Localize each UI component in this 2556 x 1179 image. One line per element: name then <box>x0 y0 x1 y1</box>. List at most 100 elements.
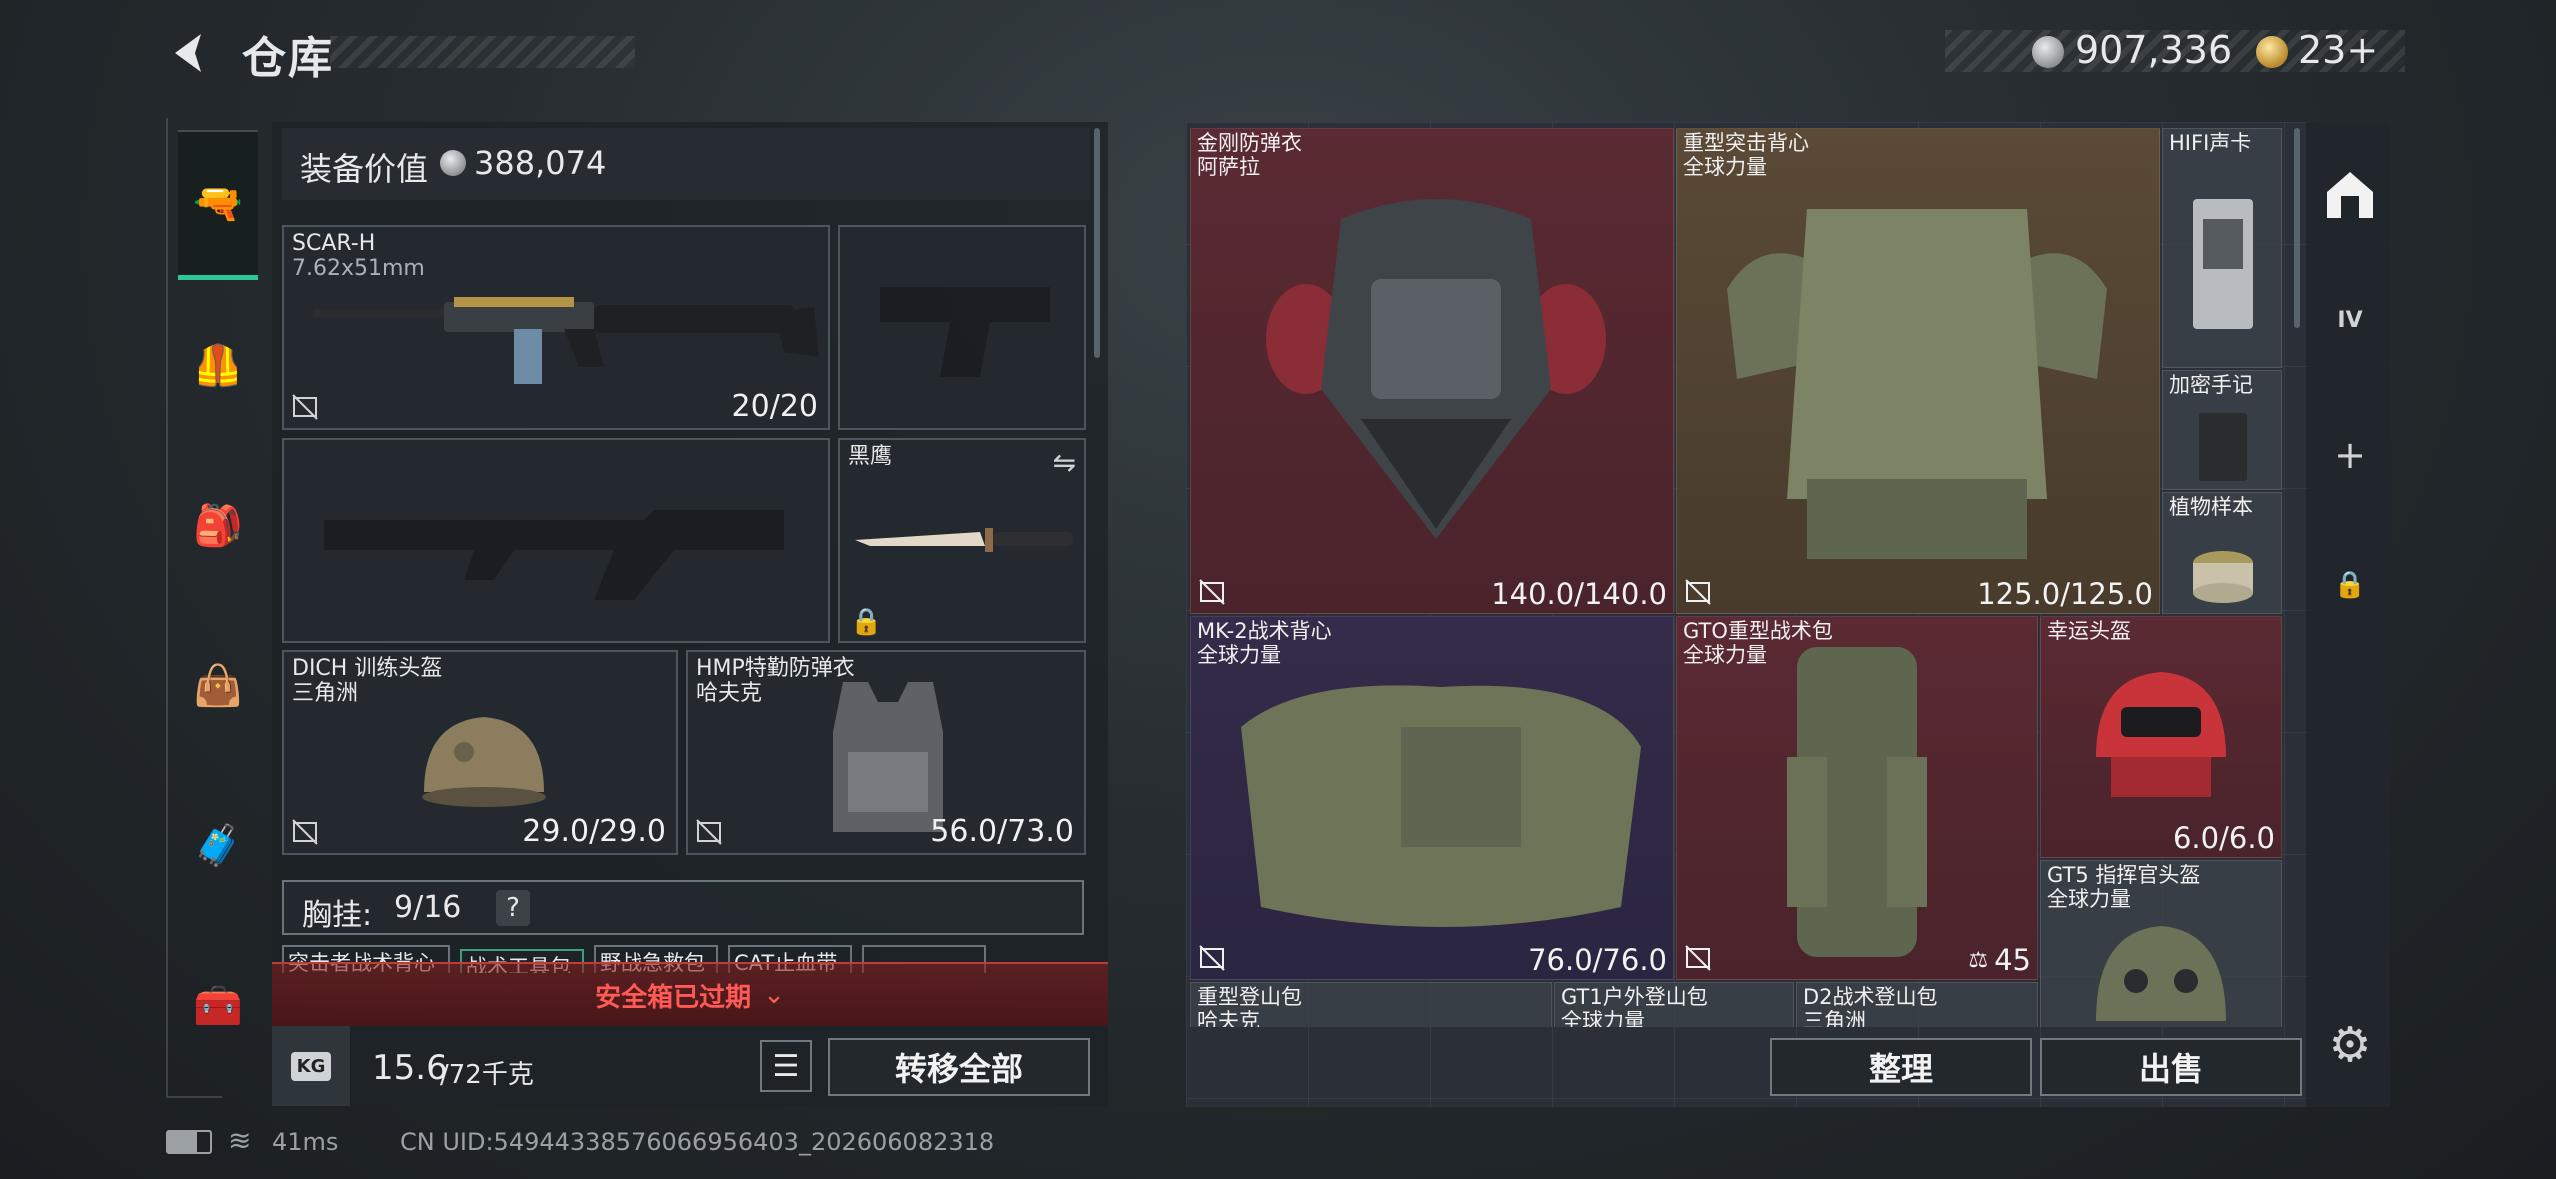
pistol-slot[interactable] <box>838 225 1086 430</box>
item-name: HIFI声卡 <box>2169 131 2252 155</box>
plus-icon: + <box>2334 433 2366 477</box>
help-button[interactable]: ? <box>496 890 530 926</box>
backpack-image <box>1787 647 1927 957</box>
armor-slot[interactable]: HMP特勤防弹衣 哈夫克 56.0/73.0 <box>686 650 1086 855</box>
storage-item-hifi-card[interactable]: HIFI声卡 <box>2162 128 2282 368</box>
nav-bag[interactable]: 👜 <box>178 645 258 725</box>
item-durability: 76.0/76.0 <box>1528 943 1667 977</box>
nav-toolbox[interactable]: 🧰 <box>178 965 258 1045</box>
knife-image <box>855 528 1073 552</box>
current-weight: 15.6 <box>372 1048 448 1088</box>
add-storage-button[interactable]: + <box>2310 405 2390 505</box>
list-view-button[interactable]: ☰ <box>760 1040 812 1092</box>
storage-item-kingkong-armor[interactable]: 金刚防弹衣 阿萨拉 140.0/140.0 <box>1190 128 1674 614</box>
storage-item-lucky-helmet[interactable]: 幸运头盔 6.0/6.0 <box>2040 616 2282 858</box>
settings-button[interactable]: ⚙ <box>2310 995 2390 1095</box>
item-name: 金刚防弹衣 <box>1197 131 1302 155</box>
nav-vest[interactable]: 🦺 <box>178 325 258 405</box>
no-drop-icon <box>696 819 722 845</box>
storage-item-gt5-helmet[interactable]: GT5 指挥官头盔 全球力量 <box>2040 860 2282 1027</box>
sort-button[interactable]: 整理 <box>1770 1038 2032 1096</box>
sample-jar-image <box>2193 551 2253 603</box>
vest-icon: 🦺 <box>193 342 243 389</box>
helmet-image <box>2096 926 2226 1021</box>
helmet-slot[interactable]: DICH 训练头盔 三角洲 29.0/29.0 <box>282 650 678 855</box>
lock-icon: 🔒 <box>2333 570 2367 600</box>
warehouse-tab[interactable] <box>2310 145 2390 245</box>
item-source: 全球力量 <box>2047 887 2131 911</box>
storage-item-gto-pack[interactable]: GTO重型战术包 全球力量 ⚖ 45 <box>1676 616 2038 980</box>
storage-item-encrypted-notebook[interactable]: 加密手记 <box>2162 370 2282 490</box>
safebox-expired-banner[interactable]: 安全箱已过期 ⌄ <box>272 962 1108 1026</box>
storage-item-heavy-assault-vest[interactable]: 重型突击背心 全球力量 125.0/125.0 <box>1676 128 2160 614</box>
helmet-image <box>2096 672 2226 797</box>
melee-name: 黑鹰 <box>848 444 893 469</box>
armor-durability: 56.0/73.0 <box>930 814 1074 849</box>
no-drop-icon <box>1199 945 1225 971</box>
bag-icon: 👜 <box>193 662 243 709</box>
user-uid: CN UID:54944338576066956403_202606082318 <box>400 1128 995 1156</box>
backpack-icon: 🎒 <box>193 502 243 549</box>
pistol-icon: 🔫 <box>193 181 243 227</box>
back-arrow-icon <box>175 34 201 72</box>
nav-backpack[interactable]: 🎒 <box>178 485 258 565</box>
item-name: 植物样本 <box>2169 495 2253 519</box>
coin-icon <box>2032 36 2064 68</box>
helmet-durability: 29.0/29.0 <box>522 814 666 849</box>
item-name: 重型突击背心 <box>1683 131 1809 155</box>
storage-item-gt1-pack[interactable]: GT1户外登山包 全球力量 <box>1554 982 1794 1027</box>
wifi-icon: ≋ <box>228 1124 252 1157</box>
chevron-down-icon: ⌄ <box>763 980 785 1010</box>
swap-icon[interactable]: ⇋ <box>1053 446 1076 479</box>
gear-icon: ⚙ <box>2328 1017 2372 1073</box>
item-durability: 140.0/140.0 <box>1491 577 1667 611</box>
ticket-amount[interactable]: 23+ <box>2298 28 2378 72</box>
item-source: 全球力量 <box>1683 155 1767 179</box>
item-name: 加密手记 <box>2169 373 2253 397</box>
page-title: 仓库 <box>242 33 334 84</box>
ticket-icon <box>2256 36 2288 68</box>
primary-weapon-slot[interactable]: SCAR-H 7.62x51mm 20/20 <box>282 225 830 430</box>
chest-rig-header[interactable]: 胸挂: 9/16 ? <box>282 880 1084 935</box>
storage-item-mk2-vest[interactable]: MK-2战术背心 全球力量 76.0/76.0 <box>1190 616 1674 980</box>
no-drop-icon <box>292 394 318 420</box>
item-name: MK-2战术背心 <box>1197 619 1332 643</box>
chest-rig-capacity: 9/16 <box>394 890 462 925</box>
notebook-image <box>2199 413 2247 481</box>
toolbox-icon: 🧰 <box>193 982 243 1029</box>
item-source: 全球力量 <box>1197 643 1281 667</box>
item-durability: 125.0/125.0 <box>1977 577 2153 611</box>
back-button[interactable] <box>165 28 215 78</box>
storage-page-4[interactable]: IV <box>2310 270 2390 370</box>
equipment-value-label: 装备价值 <box>300 150 429 188</box>
rifle-silhouette-icon <box>324 510 784 600</box>
storage-grid: 金刚防弹衣 阿萨拉 140.0/140.0 重型突击背心 全球力量 125.0/12… <box>1186 122 2306 1027</box>
storage-scrollbar[interactable] <box>2294 128 2300 328</box>
locked-storage[interactable]: 🔒 <box>2310 535 2390 635</box>
secondary-weapon-slot[interactable] <box>282 438 830 643</box>
storage-item-d2-pack[interactable]: D2战术登山包 三角洲 <box>1796 982 2038 1027</box>
item-capacity: ⚖ 45 <box>1968 943 2031 977</box>
weight-icon: KG <box>272 1026 350 1106</box>
tactical-vest-image <box>1727 209 2107 559</box>
nav-weapon[interactable]: 🔫 <box>178 130 258 280</box>
ping-value: 41ms <box>272 1128 339 1156</box>
item-name: 幸运头盔 <box>2047 619 2131 643</box>
melee-slot[interactable]: 黑鹰 ⇋ 🔒 <box>838 438 1086 643</box>
item-name: GT5 指挥官头盔 <box>2047 863 2201 887</box>
weapon-name: SCAR-H <box>292 231 376 256</box>
sell-button[interactable]: 出售 <box>2040 1038 2302 1096</box>
item-source: 阿萨拉 <box>1197 155 1260 179</box>
nav-case[interactable]: 🧳 <box>178 805 258 885</box>
storage-item-plant-sample[interactable]: 植物样本 <box>2162 492 2282 614</box>
item-source: 哈夫克 <box>1197 1009 1260 1027</box>
max-weight: /72千克 <box>440 1060 534 1090</box>
item-name: D2战术登山包 <box>1803 985 1938 1009</box>
case-icon: 🧳 <box>193 822 243 869</box>
pistol-silhouette-icon <box>880 287 1050 377</box>
no-drop-icon <box>1685 945 1711 971</box>
battery-icon <box>166 1130 212 1154</box>
transfer-all-button[interactable]: 转移全部 <box>828 1038 1090 1096</box>
storage-item-heavy-mountain-pack[interactable]: 重型登山包 哈夫克 <box>1190 982 1552 1027</box>
loadout-scrollbar[interactable] <box>1094 128 1100 358</box>
